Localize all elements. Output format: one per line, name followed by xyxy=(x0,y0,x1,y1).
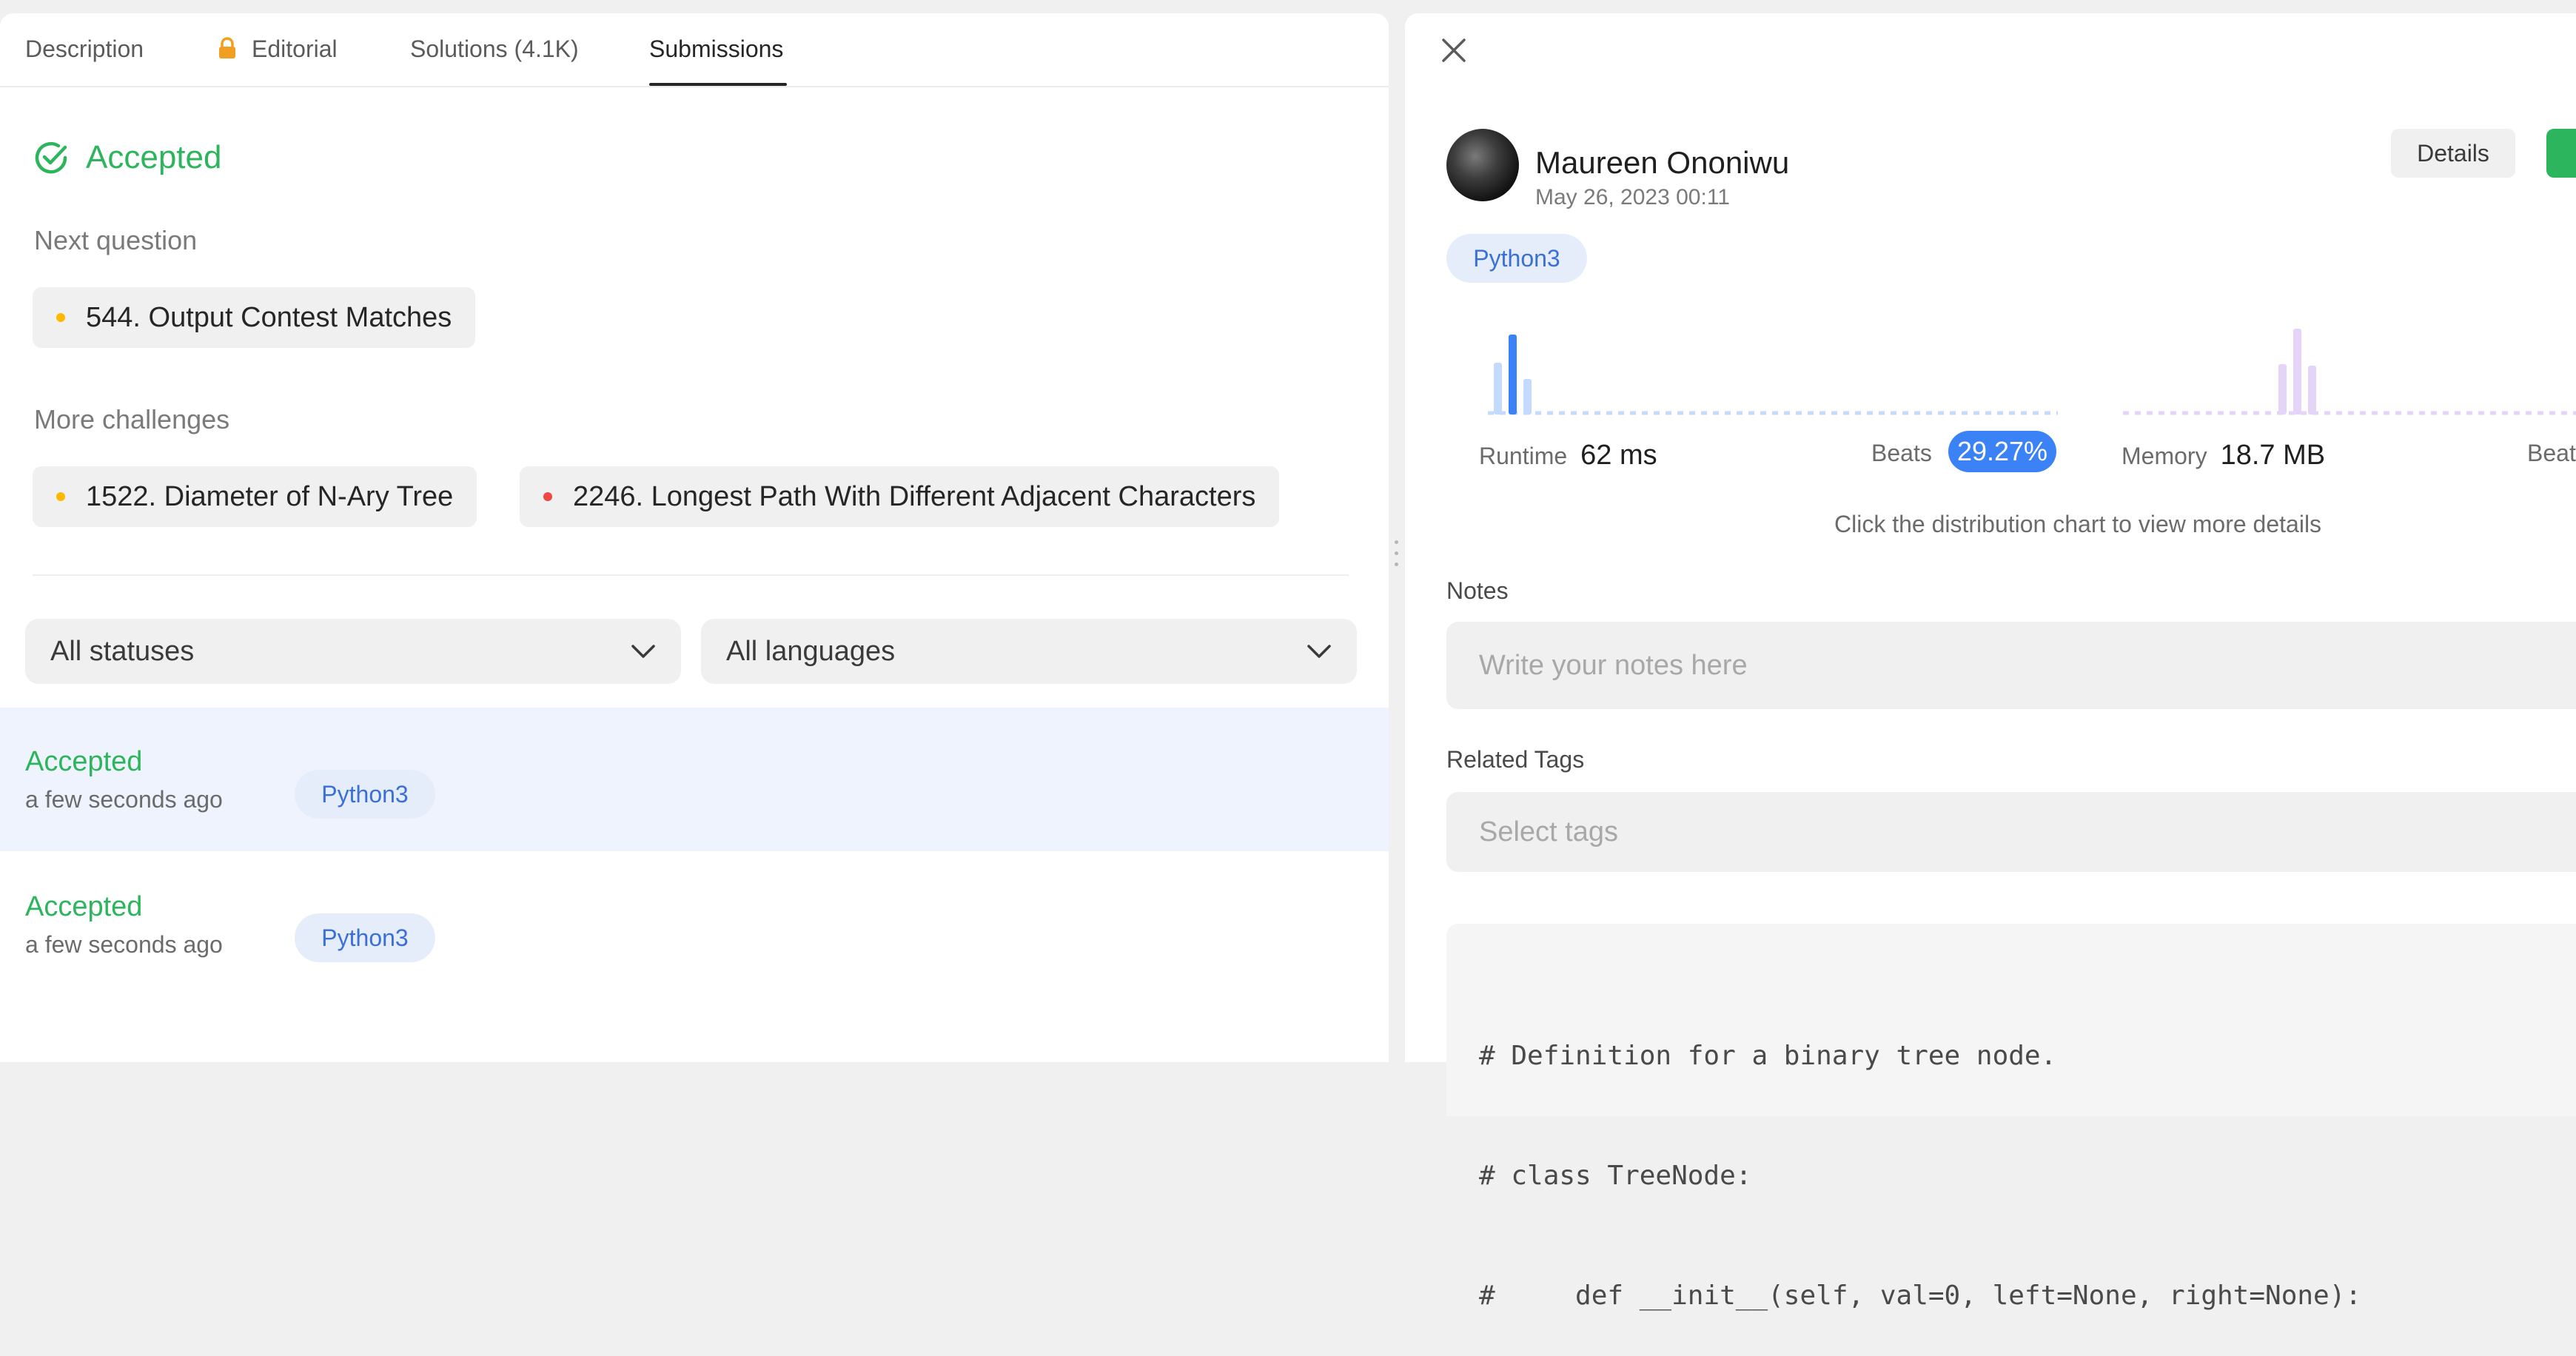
tags-placeholder: Select tags xyxy=(1479,816,1618,848)
chevron-down-icon xyxy=(631,645,655,658)
runtime-label: Runtime xyxy=(1479,443,1568,469)
solution-button[interactable] xyxy=(2546,129,2576,178)
submission-row[interactable]: Accepted a few seconds ago Python3 xyxy=(0,853,1389,996)
status-filter-select[interactable]: All statuses xyxy=(25,619,681,684)
challenge-title: 2246. Longest Path With Different Adjace… xyxy=(573,480,1256,512)
result-status: Accepted xyxy=(86,139,222,175)
divider xyxy=(33,574,1349,576)
challenge-title: 1522. Diameter of N-Ary Tree xyxy=(86,480,454,512)
runtime-beats-stat: Beats xyxy=(1871,440,1932,467)
submission-time: a few seconds ago xyxy=(25,786,223,813)
language-filter-value: All languages xyxy=(726,635,896,667)
submission-language-badge: Python3 xyxy=(295,770,435,819)
submission-time: a few seconds ago xyxy=(25,931,223,958)
language-filter-select[interactable]: All languages xyxy=(701,619,1357,684)
code-line: # class TreeNode: xyxy=(1479,1161,1752,1191)
submission-status: Accepted xyxy=(25,746,143,777)
next-question-label: Next question xyxy=(34,225,198,255)
memory-stat: Memory 18.7 MB xyxy=(2121,440,2325,471)
tab-description[interactable]: Description xyxy=(25,36,144,63)
tab-submissions[interactable]: Submissions xyxy=(649,36,783,63)
check-circle-icon xyxy=(35,141,67,174)
challenge-chip[interactable]: 1522. Diameter of N-Ary Tree xyxy=(33,466,477,527)
memory-distribution-chart[interactable] xyxy=(2123,326,2576,417)
difficulty-dot xyxy=(56,313,65,322)
close-icon[interactable] xyxy=(1440,37,1467,64)
code-line: # Definition for a binary tree node. xyxy=(1479,1041,2057,1071)
avatar xyxy=(1446,129,1519,201)
memory-beats-label: Beat xyxy=(2527,440,2576,466)
more-challenges-label: More challenges xyxy=(34,404,230,434)
related-tags-label: Related Tags xyxy=(1446,746,1585,773)
submission-date: May 26, 2023 00:11 xyxy=(1535,185,1730,209)
next-question-chip[interactable]: 544. Output Contest Matches xyxy=(33,287,476,348)
tab-editorial[interactable]: Editorial xyxy=(218,36,338,63)
difficulty-dot xyxy=(56,492,65,501)
submission-row[interactable]: Accepted a few seconds ago Python3 xyxy=(0,708,1389,851)
memory-label: Memory xyxy=(2121,443,2207,469)
runtime-value: 62 ms xyxy=(1580,440,1657,471)
notes-input[interactable]: Write your notes here xyxy=(1446,622,2576,709)
user-name[interactable]: Maureen Ononiwu xyxy=(1535,145,1789,181)
notes-label: Notes xyxy=(1446,577,1509,604)
left-panel: Description Editorial Solutions (4.1K) S… xyxy=(0,13,1389,1062)
chevron-down-icon xyxy=(1307,645,1331,658)
tab-submissions-label: Submissions xyxy=(649,36,784,62)
next-question-title: 544. Output Contest Matches xyxy=(86,301,452,333)
result-heading: Accepted xyxy=(33,139,221,176)
code-line: # def __init__(self, val=0, left=None, r… xyxy=(1479,1281,2362,1311)
memory-beats-stat: Beat xyxy=(2527,440,2576,467)
chart-hint-text: Click the distribution chart to view mor… xyxy=(1834,511,2322,537)
details-button[interactable]: Details xyxy=(2391,129,2515,178)
difficulty-dot xyxy=(543,492,552,501)
submission-status: Accepted xyxy=(25,891,143,922)
code-viewer[interactable]: # Definition for a binary tree node. # c… xyxy=(1446,924,2576,1311)
runtime-beats-label: Beats xyxy=(1871,440,1932,466)
submission-language-badge: Python3 xyxy=(295,913,435,962)
notes-placeholder: Write your notes here xyxy=(1479,649,1748,681)
runtime-beats-badge: 29.27% xyxy=(1948,431,2056,472)
runtime-distribution-chart[interactable] xyxy=(1488,326,2058,417)
panel-resize-handle[interactable] xyxy=(1395,540,1399,576)
status-filter-value: All statuses xyxy=(50,635,195,667)
active-tab-indicator xyxy=(649,83,787,86)
tab-bar: Description Editorial Solutions (4.1K) S… xyxy=(0,13,1389,87)
tab-solutions-label: Solutions (4.1K) xyxy=(410,36,579,62)
tab-description-label: Description xyxy=(25,36,144,62)
tab-solutions[interactable]: Solutions (4.1K) xyxy=(410,36,579,63)
memory-value: 18.7 MB xyxy=(2220,440,2326,471)
challenge-chip[interactable]: 2246. Longest Path With Different Adjace… xyxy=(520,466,1280,527)
tags-select[interactable]: Select tags xyxy=(1446,792,2576,872)
tab-editorial-label: Editorial xyxy=(252,36,338,62)
detail-language-badge: Python3 xyxy=(1446,234,1587,283)
runtime-stat: Runtime 62 ms xyxy=(1479,440,1657,471)
lock-icon xyxy=(219,37,235,58)
